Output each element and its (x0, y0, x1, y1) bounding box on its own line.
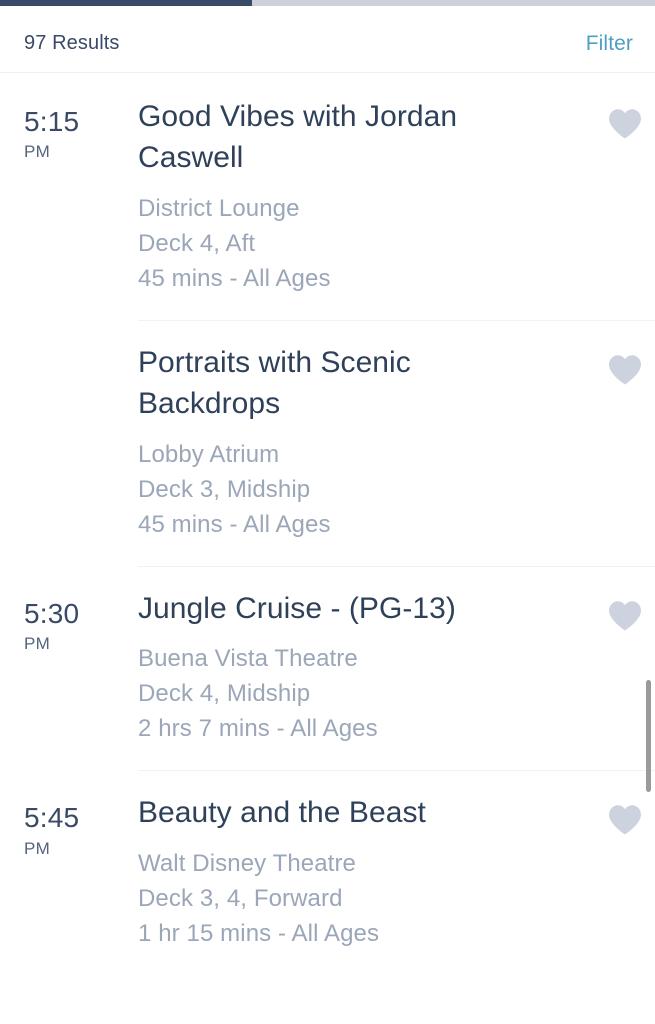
event-row[interactable]: 5:15 PM Good Vibes with Jordan Caswell Dist… (0, 74, 655, 320)
favorite-toggle[interactable] (595, 588, 655, 631)
heart-icon[interactable] (608, 108, 642, 139)
favorite-toggle[interactable] (595, 792, 655, 835)
event-row[interactable]: 5:30 PM Jungle Cruise - (PG-13) Buena Vista… (0, 565, 655, 771)
event-time: 5:45 PM (0, 792, 138, 864)
event-venue: Walt Disney Theatre (138, 849, 356, 877)
heart-icon[interactable] (608, 354, 642, 385)
filter-button[interactable]: Filter (586, 32, 633, 56)
results-count-label: 97 Results (24, 32, 120, 54)
event-time (0, 342, 138, 352)
event-duration: 1 hr 15 mins - All Ages (138, 919, 380, 947)
results-header: 97 Results Filter (0, 6, 655, 73)
event-row[interactable]: 5:45 PM Beauty and the Beast Walt Disney Th… (0, 770, 655, 975)
favorite-toggle[interactable] (595, 342, 655, 385)
event-meta: District Lounge Deck 4, Aft 45 mins - All … (138, 191, 583, 296)
event-duration: 45 mins - All Ages (138, 510, 331, 538)
event-title: Portraits with Scenic Backdrops (138, 345, 411, 421)
event-deck: Deck 4, Aft (138, 229, 256, 257)
event-venue: District Lounge (138, 194, 300, 222)
event-info[interactable]: Good Vibes with Jordan Caswell District L… (138, 96, 595, 296)
event-info[interactable]: Beauty and the Beast Walt Disney Theatre D… (138, 792, 595, 950)
event-venue: Buena Vista Theatre (138, 645, 358, 673)
heart-icon[interactable] (608, 804, 642, 835)
event-list[interactable]: 5:15 PM Good Vibes with Jordan Caswell Dist… (0, 74, 655, 1024)
event-duration: 45 mins - All Ages (138, 264, 331, 292)
event-title: Jungle Cruise - (PG-13) (138, 591, 456, 625)
event-deck: Deck 3, 4, Forward (138, 884, 343, 912)
event-row[interactable]: Portraits with Scenic Backdrops Lobby Atr… (0, 319, 655, 566)
event-info[interactable]: Portraits with Scenic Backdrops Lobby Atr… (138, 342, 595, 542)
favorite-toggle[interactable] (595, 96, 655, 139)
event-deck: Deck 3, Midship (138, 475, 311, 503)
event-meta: Walt Disney Theatre Deck 3, 4, Forward 1 h… (138, 846, 583, 951)
event-time-value: 5:30 (24, 597, 80, 629)
event-venue: Lobby Atrium (138, 440, 280, 468)
schedule-screen: 97 Results Filter 5:15 PM Good Vibes with … (0, 0, 655, 1024)
event-meta: Lobby Atrium Deck 3, Midship 45 mins - All… (138, 437, 583, 542)
event-title: Good Vibes with Jordan Caswell (138, 100, 458, 175)
event-deck: Deck 4, Midship (138, 680, 311, 708)
event-time-value: 5:45 (24, 802, 80, 834)
event-time: 5:15 PM (0, 96, 138, 168)
event-meta: Buena Vista Theatre Deck 4, Midship 2 hrs … (138, 641, 583, 746)
event-info[interactable]: Jungle Cruise - (PG-13) Buena Vista Theat… (138, 588, 595, 746)
vertical-scrollbar-thumb[interactable] (646, 680, 651, 792)
event-time-meridiem: PM (24, 634, 51, 654)
event-time-meridiem: PM (24, 142, 51, 162)
event-duration: 2 hrs 7 mins - All Ages (138, 715, 378, 743)
event-title: Beauty and the Beast (138, 796, 426, 830)
event-time-value: 5:15 (24, 106, 80, 137)
heart-icon[interactable] (608, 600, 642, 631)
event-time: 5:30 PM (0, 588, 138, 660)
event-time-meridiem: PM (24, 838, 51, 858)
